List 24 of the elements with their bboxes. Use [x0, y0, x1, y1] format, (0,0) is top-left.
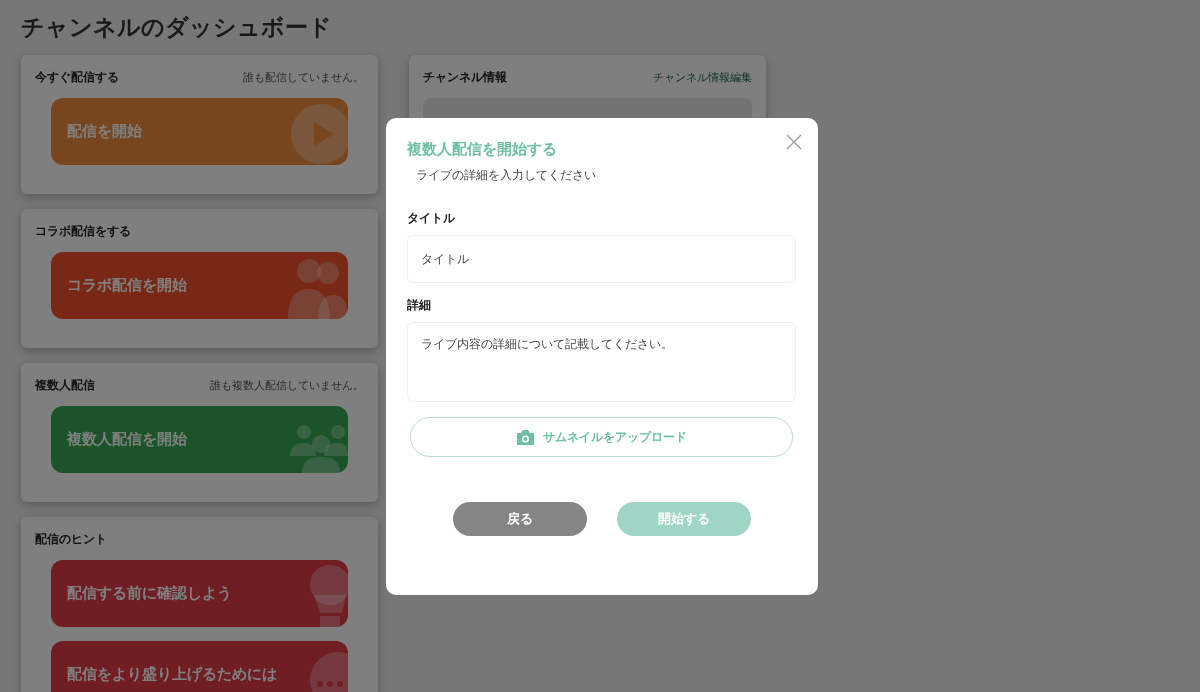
status-text: 誰も配信していません。 — [243, 70, 364, 85]
detail-field[interactable]: ライブ内容の詳細について記載してください。 — [407, 322, 796, 402]
field-label: タイトル — [407, 210, 456, 227]
title-field[interactable]: タイトル — [407, 235, 796, 283]
card-heading: 配信のヒント — [35, 531, 107, 548]
camera-icon — [516, 429, 534, 445]
action-button[interactable]: 配信を開始 — [51, 98, 348, 165]
back-button[interactable]: 戻る — [452, 502, 587, 536]
field-label: 詳細 — [407, 297, 432, 314]
action-button[interactable]: 配信をより盛り上げるためには — [51, 641, 348, 692]
page-title: チャンネルのダッシュボード — [21, 13, 333, 42]
card-heading: 今すぐ配信する — [35, 69, 119, 86]
card-heading: 複数人配信 — [35, 377, 95, 394]
status-text: 誰も複数人配信していません。 — [210, 378, 364, 393]
action-button[interactable]: 複数人配信を開始 — [51, 406, 348, 473]
modal-title: 複数人配信を開始する — [407, 140, 558, 159]
card-heading: コラボ配信をする — [35, 223, 131, 240]
action-button[interactable]: コラボ配信を開始 — [51, 252, 348, 319]
modal-subtitle: ライブの詳細を入力してください — [416, 167, 597, 184]
action-button[interactable]: 配信する前に確認しよう — [51, 560, 348, 627]
edit-link[interactable]: チャンネル情報編集 — [653, 70, 752, 85]
card-heading: チャンネル情報 — [423, 69, 507, 86]
upload-button[interactable]: サムネイルをアップロード — [410, 417, 793, 457]
close-button[interactable] — [786, 134, 802, 150]
